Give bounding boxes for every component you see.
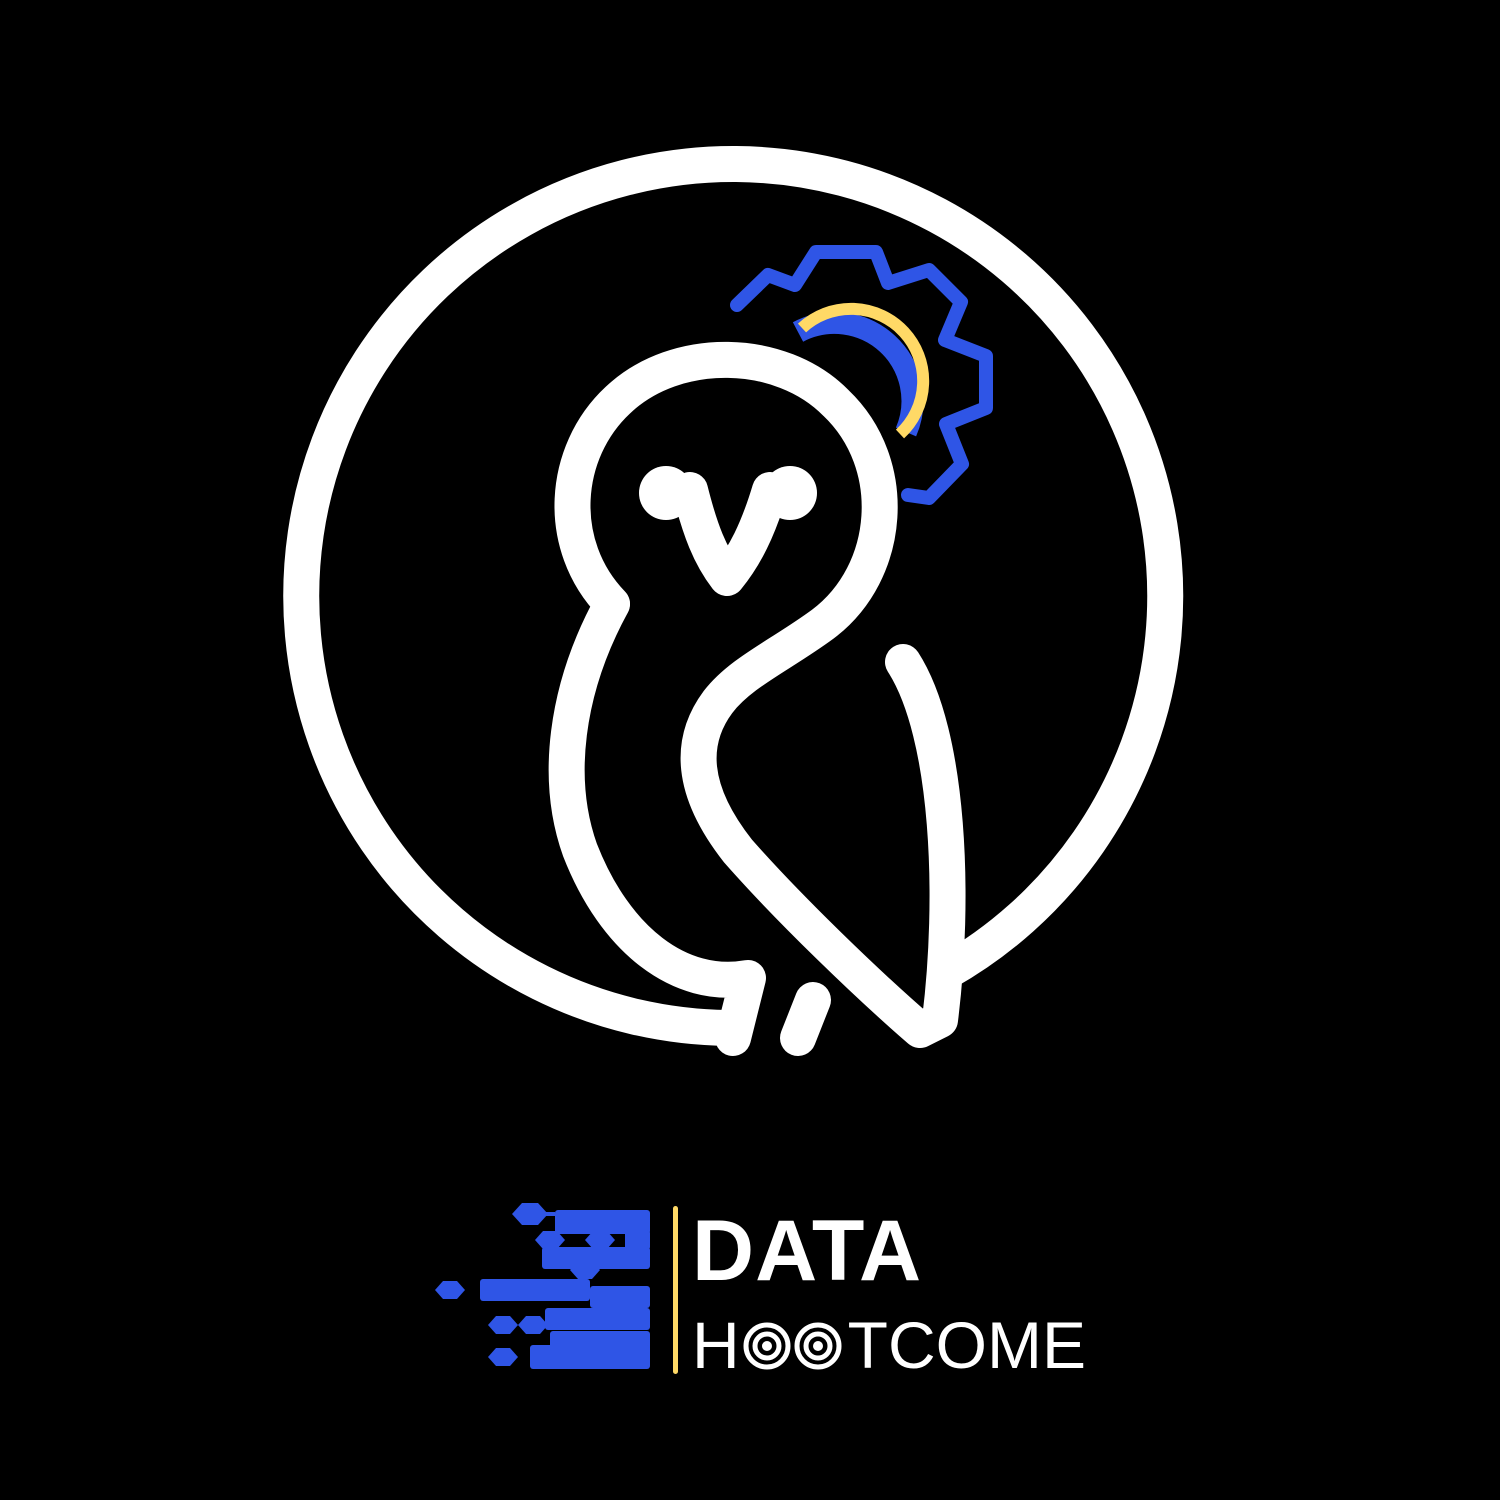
brand-word-hootcome: H OO TCOME: [692, 1312, 1086, 1378]
emblem-ring: [283, 146, 1184, 1046]
brand-word-suffix: TCOME: [847, 1308, 1086, 1382]
owl-eye-left: [639, 466, 693, 520]
logo-canvas: DATA H OO TCOME: [0, 0, 1500, 1500]
brand-word-prefix: H: [692, 1308, 740, 1382]
owl-foot: [780, 982, 831, 1056]
data-bars-icon: [435, 1203, 650, 1369]
owl-face-icon: [672, 472, 788, 596]
wordmark-divider: [673, 1206, 678, 1374]
owl-eye-right: [763, 466, 817, 520]
brand-word-data: DATA: [692, 1203, 923, 1299]
wordmark: DATA H OO TCOME: [430, 1200, 1130, 1390]
owl-eyes-icon: OO: [743, 1322, 842, 1370]
